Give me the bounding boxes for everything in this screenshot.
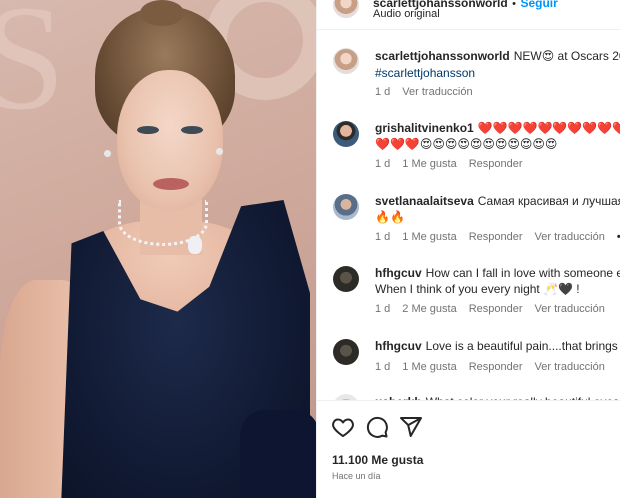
comment-reply-button[interactable]: Responder xyxy=(469,231,523,243)
photo-glove xyxy=(240,410,316,498)
follow-button[interactable]: Seguir xyxy=(520,0,557,10)
header-separator: • xyxy=(512,0,517,10)
comment-line-2: 🔥🔥 xyxy=(375,210,405,224)
comment-line-1: hfhgcuv Love is a beautiful pain....that … xyxy=(375,338,620,355)
comment-likes[interactable]: 1 Me gusta xyxy=(402,231,456,243)
photo-eye-left xyxy=(137,126,159,134)
comment-age[interactable]: 1 d xyxy=(375,303,390,315)
comment-avatar[interactable] xyxy=(333,266,359,292)
comment-meta: 1 d1 Me gustaResponderVer traducción••• xyxy=(375,231,620,243)
comment-text: Самая красивая и лучшая актриса xyxy=(477,194,620,208)
comment-avatar[interactable] xyxy=(333,339,359,365)
caption-line-1: scarlettjohanssonworldNEW😍 at Oscars 202… xyxy=(375,48,620,65)
comment-line-1: hfhgcuv How can I fall in love with someo… xyxy=(375,265,620,282)
comment-translate[interactable]: Ver traducción xyxy=(535,303,605,315)
caption-translate[interactable]: Ver traducción xyxy=(402,86,472,98)
comment-username[interactable]: grishalitvinenko1 xyxy=(375,121,474,135)
comment-age[interactable]: 1 d xyxy=(375,231,390,243)
comment-likes[interactable]: 2 Me gusta xyxy=(402,303,456,315)
comment-meta: 1 d 1 Me gusta Responder Ver traducción xyxy=(375,361,617,373)
photo-eye-right xyxy=(181,126,203,134)
caption-text: NEW😍 at Oscars 2025 xyxy=(513,49,620,63)
caption-username[interactable]: scarlettjohanssonworld xyxy=(375,49,510,63)
likes-count[interactable]: 11.100 Me gusta xyxy=(332,453,423,467)
comment-line-1: svetlanaalaitseva Самая красивая и лучшая… xyxy=(375,193,620,210)
heart-icon[interactable] xyxy=(331,415,355,439)
comments-panel: scarlettjohanssonworld • Seguir Audio or… xyxy=(316,0,620,498)
comment-translate[interactable]: Ver traducción xyxy=(535,361,605,373)
comment-text: Love is a beautiful pain....that brings … xyxy=(425,339,620,353)
comment-reply-button[interactable]: Responder xyxy=(469,158,523,170)
photo-earring-left xyxy=(104,150,111,157)
comment-username[interactable]: hfhgcuv xyxy=(375,266,422,280)
comment-username[interactable]: hfhgcuv xyxy=(375,339,422,353)
comment-reply-button[interactable]: Responder xyxy=(469,303,523,315)
comment-age[interactable]: 1 d xyxy=(375,158,390,170)
backdrop-lettering: S xyxy=(0,0,76,141)
comment-username[interactable]: svetlanaalaitseva xyxy=(375,194,474,208)
comment-text: How can I fall in love with someone else xyxy=(425,266,620,280)
comment-line-2: ❤️❤️❤️😍😍😍😍😍😍😍😍😍😍😍 xyxy=(375,137,558,151)
caption-hashtag[interactable]: #scarlettjohansson xyxy=(375,66,475,80)
comment-likes[interactable]: 1 Me gusta xyxy=(402,158,456,170)
share-icon[interactable] xyxy=(399,415,423,439)
photo-pendant xyxy=(188,236,202,254)
audio-label[interactable]: Audio original xyxy=(373,8,440,20)
photo-earring-right xyxy=(216,148,223,155)
post-time[interactable]: Hace un día xyxy=(332,471,381,481)
photo-hair-bun xyxy=(140,0,184,26)
post-header: scarlettjohanssonworld • Seguir Audio or… xyxy=(317,0,620,30)
comment-age[interactable]: 1 d xyxy=(375,361,390,373)
photo-face xyxy=(117,70,223,210)
comment-icon[interactable] xyxy=(365,415,389,439)
comment-line-1: grishalitvinenko1 ❤️❤️❤️❤️❤️❤️❤️❤️❤️❤️ xyxy=(375,120,620,137)
comment-text: ❤️❤️❤️❤️❤️❤️❤️❤️❤️❤️ xyxy=(477,121,620,135)
caption-meta: 1 d Ver traducción xyxy=(375,86,485,98)
comment-line-2: When I think of you every night 🥂🖤 ! xyxy=(375,282,580,296)
author-avatar[interactable] xyxy=(333,0,359,18)
caption-age[interactable]: 1 d xyxy=(375,86,390,98)
comment-translate[interactable]: Ver traducción xyxy=(535,231,605,243)
post-actions: 11.100 Me gusta Hace un día xyxy=(317,400,620,498)
caption-line-2: #scarlettjohansson xyxy=(375,65,620,82)
comment-likes[interactable]: 1 Me gusta xyxy=(402,361,456,373)
comment-reply-button[interactable]: Responder xyxy=(469,361,523,373)
post-photo[interactable]: S xyxy=(0,0,316,498)
comment-avatar[interactable] xyxy=(333,194,359,220)
comment-meta: 1 d 1 Me gusta Responder xyxy=(375,158,535,170)
caption-avatar[interactable] xyxy=(333,48,359,74)
comment-meta: 1 d 2 Me gusta Responder Ver traducción xyxy=(375,303,617,315)
photo-lips xyxy=(153,178,189,190)
comment-avatar[interactable] xyxy=(333,121,359,147)
